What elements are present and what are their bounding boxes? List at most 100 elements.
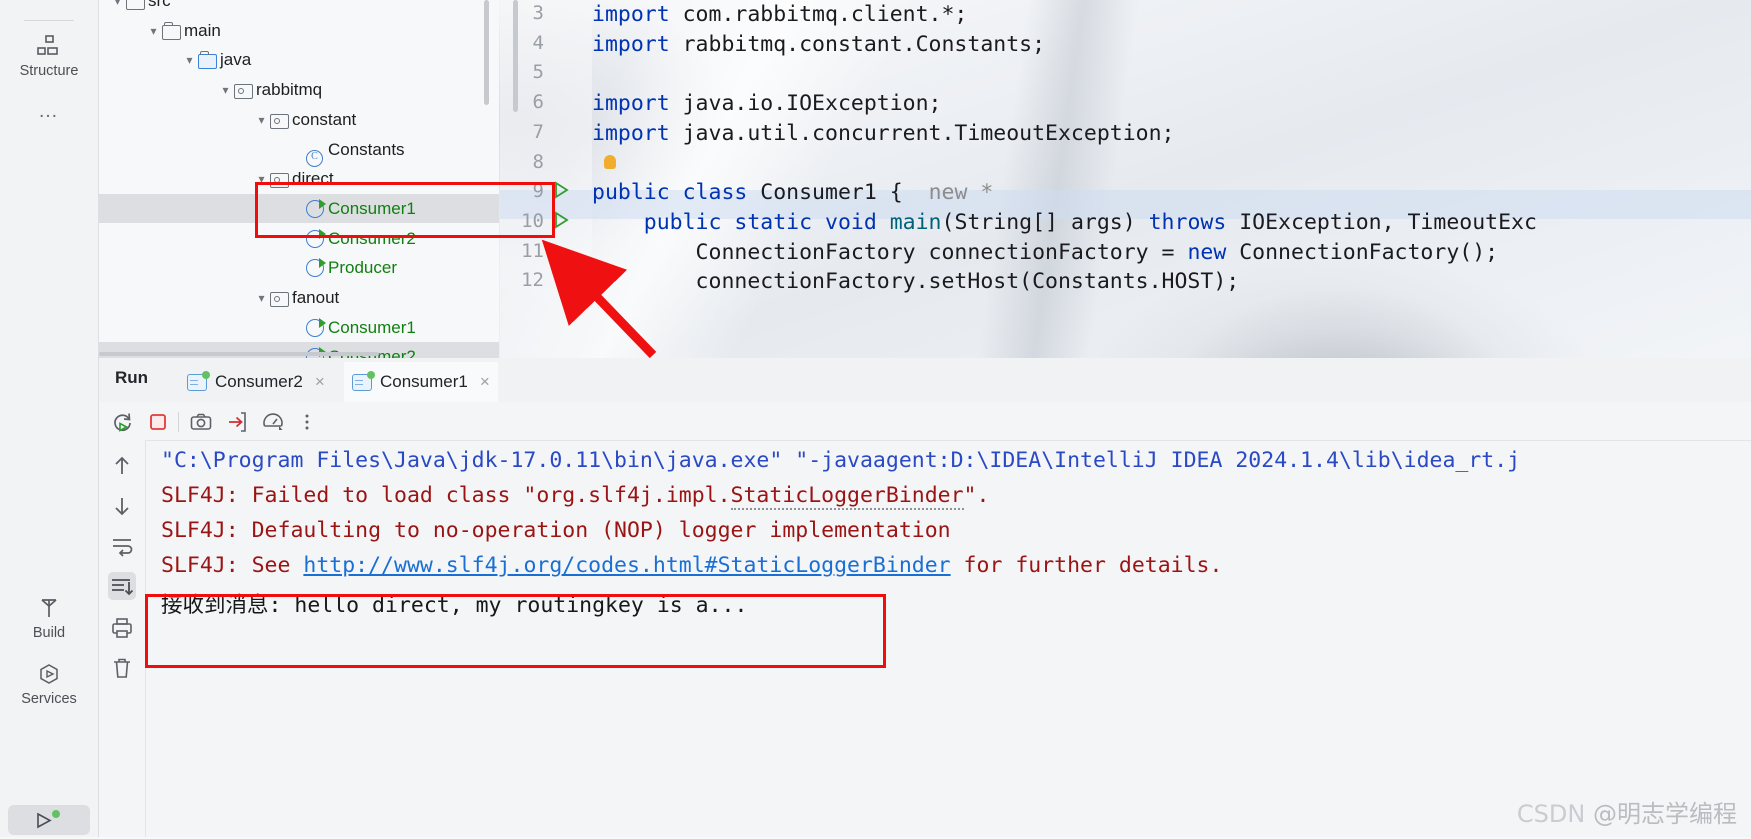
console-line: SLF4J: Failed to load class "org.slf4j.i…	[161, 483, 989, 508]
project-tree-panel[interactable]: ▾src▾main▾java▾rabbitmq▾constantCConstan…	[99, 0, 499, 358]
tree-horizontal-scrollbar[interactable]	[99, 352, 379, 356]
editor-line-number: 12	[500, 269, 544, 291]
tree-node[interactable]: Producer	[99, 253, 499, 282]
tree-node[interactable]: ▾ direct	[99, 164, 499, 193]
editor-code-line: connectionFactory.setHost(Constants.HOST…	[592, 269, 1239, 294]
sidebar-item-services[interactable]: Services	[0, 662, 98, 707]
folder-icon	[162, 25, 181, 40]
console-output[interactable]: "C:\Program Files\Java\jdk-17.0.11\bin\j…	[145, 440, 1751, 837]
editor-line-number: 8	[500, 151, 544, 173]
tree-node-label: java	[220, 50, 251, 69]
console-link[interactable]: http://www.slf4j.org/codes.html#StaticLo…	[303, 553, 950, 578]
tree-node[interactable]: ▾ fanout	[99, 283, 499, 312]
console-line: "C:\Program Files\Java\jdk-17.0.11\bin\j…	[161, 448, 1520, 473]
sidebar-item-more[interactable]: …	[0, 98, 98, 124]
tree-vertical-scrollbar[interactable]	[484, 0, 489, 105]
gauge-icon[interactable]	[261, 410, 285, 434]
watermark-csdn: CSDN	[1517, 800, 1585, 828]
tree-node[interactable]: ▾ constant	[99, 105, 499, 134]
run-tab-label: Consumer1	[380, 372, 468, 392]
tree-node-label: fanout	[292, 288, 339, 307]
chevron-down-icon[interactable]: ▾	[109, 0, 126, 16]
close-icon[interactable]: ×	[480, 372, 490, 392]
watermark-author: @明志学编程	[1593, 800, 1737, 828]
runnable-class-icon	[306, 319, 324, 337]
soft-wrap-icon[interactable]	[108, 532, 136, 560]
tree-node[interactable]: ▾ rabbitmq	[99, 75, 499, 104]
arrow-up-icon[interactable]	[108, 452, 136, 480]
console-text: SLF4J: See	[161, 553, 303, 578]
more-vertical-dots-icon[interactable]	[295, 410, 319, 434]
code-editor[interactable]: 3import com.rabbitmq.client.*;4import ra…	[500, 0, 1751, 358]
editor-code-line: public class Consumer1 { new *	[592, 180, 993, 205]
sidebar-item-structure[interactable]: Structure	[0, 34, 98, 79]
tree-node-label: Consumer1	[328, 199, 416, 218]
arrow-down-icon[interactable]	[108, 492, 136, 520]
tree-node[interactable]: ▾ main	[99, 16, 499, 45]
chevron-down-icon[interactable]: ▾	[253, 284, 270, 313]
folder-icon	[126, 0, 145, 10]
tree-node-label: Consumer2	[328, 229, 416, 248]
chevron-down-icon[interactable]: ▾	[253, 165, 270, 194]
chevron-down-icon[interactable]: ▾	[145, 17, 162, 46]
structure-icon	[0, 34, 98, 60]
tree-node[interactable]: Consumer1	[99, 313, 499, 342]
console-line: 接收到消息: hello direct, my routingkey is a.…	[161, 588, 747, 619]
console-running-icon	[352, 374, 372, 391]
scroll-to-end-icon[interactable]	[108, 572, 136, 600]
tree-node[interactable]: Consumer2	[99, 224, 499, 253]
tree-node[interactable]: Consumer1	[99, 194, 499, 223]
tree-node-label: main	[184, 21, 221, 40]
editor-line-number: 3	[500, 2, 544, 24]
gutter-run-icon[interactable]	[552, 209, 570, 236]
editor-line-number: 7	[500, 121, 544, 143]
sidebar-item-label: Build	[0, 625, 98, 641]
tree-node[interactable]: ▾ java	[99, 45, 499, 74]
hammer-icon	[0, 596, 98, 622]
more-dots-icon: …	[0, 98, 98, 124]
left-tool-sidebar: Structure … Build Services	[0, 0, 99, 837]
import-into-box-icon[interactable]	[225, 410, 249, 434]
editor-line-number: 6	[500, 91, 544, 113]
camera-icon[interactable]	[189, 410, 213, 434]
toolbar-divider	[178, 412, 179, 432]
tree-node[interactable]: ▾src	[99, 0, 499, 15]
tree-node-label: Constants	[328, 140, 405, 159]
package-icon	[270, 173, 289, 188]
stop-square-icon[interactable]	[146, 410, 170, 434]
sidebar-item-run-bottom[interactable]	[8, 805, 90, 835]
run-tab-label: Consumer2	[215, 372, 303, 392]
run-tab-consumer1[interactable]: Consumer1 ×	[344, 362, 498, 404]
tree-node[interactable]: CConstants	[99, 135, 499, 164]
trash-icon[interactable]	[108, 654, 136, 682]
package-icon	[234, 84, 253, 99]
printer-icon[interactable]	[108, 614, 136, 642]
console-text: SLF4J: Failed to load class "org.slf4j.i…	[161, 483, 731, 508]
intention-bulb-icon[interactable]	[604, 155, 616, 169]
run-panel-title: Run	[115, 368, 148, 388]
tree-node-label: direct	[292, 169, 334, 188]
runnable-class-icon	[306, 259, 324, 277]
sidebar-divider	[24, 20, 74, 21]
chevron-down-icon[interactable]: ▾	[253, 106, 270, 135]
gutter-run-icon[interactable]	[552, 179, 570, 206]
chevron-down-icon[interactable]: ▾	[181, 46, 198, 75]
editor-line-number: 4	[500, 32, 544, 54]
close-icon[interactable]: ×	[315, 372, 325, 392]
tree-node-label: Consumer1	[328, 318, 416, 337]
editor-line-number: 5	[500, 61, 544, 83]
run-tab-consumer2[interactable]: Consumer2 ×	[179, 362, 333, 402]
editor-code-line: import java.io.IOException;	[592, 91, 942, 116]
sidebar-item-label: Services	[0, 691, 98, 707]
console-text: ".	[964, 483, 990, 508]
editor-code-line: import java.util.concurrent.TimeoutExcep…	[592, 121, 1175, 146]
editor-code-line: ConnectionFactory connectionFactory = ne…	[592, 240, 1498, 265]
chevron-down-icon[interactable]: ▾	[217, 76, 234, 105]
tree-node-label: constant	[292, 110, 356, 129]
console-toolbar	[99, 402, 1751, 441]
sidebar-item-build[interactable]: Build	[0, 596, 98, 641]
editor-line-number: 11	[500, 240, 544, 262]
tree-node-label: rabbitmq	[256, 80, 322, 99]
rerun-icon[interactable]	[111, 410, 135, 434]
tree-node-label: Producer	[328, 258, 397, 277]
